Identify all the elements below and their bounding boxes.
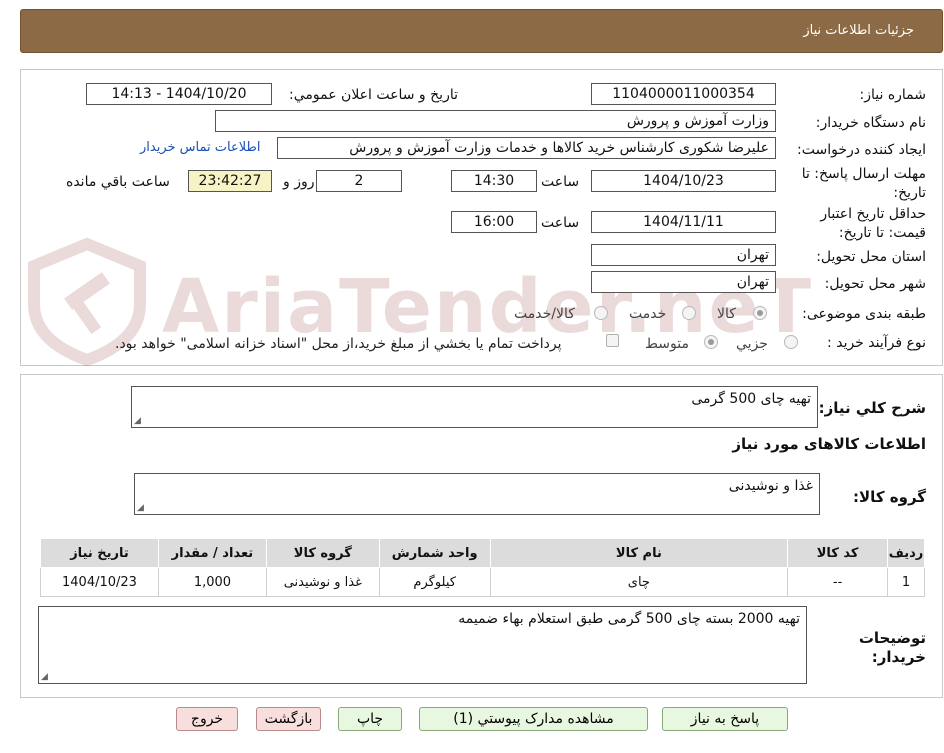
process-radio-minor[interactable] — [784, 335, 798, 349]
print-button[interactable]: چاپ — [338, 707, 402, 731]
col-header-row-number: رديف — [887, 538, 925, 568]
col-header-unit: واحد شمارش — [378, 538, 491, 568]
remaining-label: ساعت باقي مانده — [66, 174, 170, 190]
process-label: نوع فرآيند خريد : — [827, 335, 926, 351]
buyer-org-field[interactable]: وزارت آموزش و پرورش — [215, 110, 776, 132]
days-label: روز و — [283, 174, 315, 190]
buyer-contact-link[interactable]: اطلاعات تماس خريدار — [140, 140, 260, 155]
summary-textarea[interactable]: تهیه چای 500 گرمی ◢ — [131, 386, 818, 428]
deadline-label: مهلت ارسال پاسخ: تا تاريخ: — [801, 166, 926, 201]
validity-time-label: ساعت — [541, 215, 580, 231]
goods-group-textarea[interactable]: غذا و نوشیدنی ◢ — [134, 473, 820, 515]
resize-grip-icon[interactable]: ◢ — [41, 672, 48, 682]
exit-button[interactable]: خروج — [176, 707, 238, 731]
deadline-time-field[interactable]: 14:30 — [451, 170, 537, 192]
province-label: استان محل تحويل: — [816, 249, 926, 265]
validity-label: حداقل تاريخ اعتبار قيمت: تا تاريخ: — [820, 206, 926, 241]
category-radio-goods[interactable] — [753, 306, 767, 320]
cell-row-number: 1 — [887, 567, 925, 597]
cell-group: غذا و نوشیدنی — [265, 567, 380, 597]
payment-note: پرداخت تمام يا بخشي از مبلغ خريد،از محل … — [115, 336, 562, 352]
validity-date-field[interactable]: 1404/11/11 — [591, 211, 776, 233]
treasury-checkbox[interactable] — [606, 334, 619, 347]
resize-grip-icon[interactable]: ◢ — [137, 503, 144, 513]
buyer-notes-label: توضيحات خريدار: — [858, 629, 926, 666]
category-option-goods: کالا — [717, 306, 736, 322]
resize-grip-icon[interactable]: ◢ — [134, 416, 141, 426]
announce-label: تاریخ و ساعت اعلان عمومي: — [289, 87, 458, 103]
buyer-org-label: نام دستگاه خريدار: — [815, 115, 926, 131]
back-button[interactable]: بازگشت — [256, 707, 321, 731]
col-header-need-date: تاريخ نياز — [40, 538, 159, 568]
reply-button[interactable]: پاسخ به نياز — [662, 707, 788, 731]
summary-label: شرح كلي نياز: — [818, 399, 926, 417]
category-option-service: خدمت — [629, 306, 667, 322]
cell-quantity: 1,000 — [157, 567, 267, 597]
col-header-name: نام کالا — [489, 538, 789, 568]
province-field[interactable]: تهران — [591, 244, 776, 266]
deadline-date-field[interactable]: 1404/10/23 — [591, 170, 776, 192]
category-radio-both[interactable] — [594, 306, 608, 320]
goods-section-title: اطلاعات کالاهای مورد نياز — [732, 435, 926, 453]
announce-field[interactable]: 1404/10/20 - 14:13 — [86, 83, 272, 105]
table-row[interactable]: 1 -- چای کیلوگرم غذا و نوشیدنی 1,000 140… — [40, 567, 925, 597]
requester-field[interactable]: علیرضا شکوری کارشناس خرید کالاها و خدمات… — [277, 137, 776, 159]
validity-time-field[interactable]: 16:00 — [451, 211, 537, 233]
attachments-button[interactable]: مشاهده مدارک پيوستي (1) — [419, 707, 648, 731]
remaining-time-field: 23:42:27 — [188, 170, 272, 192]
col-header-quantity: تعداد / مقدار — [157, 538, 267, 568]
summary-text: تهیه چای 500 گرمی — [691, 391, 811, 407]
buyer-notes-textarea[interactable]: تهیه 2000 بسته چای 500 گرمی طبق استعلام … — [38, 606, 807, 684]
requester-label: ایجاد کننده درخواست: — [797, 142, 926, 158]
cell-code: -- — [787, 567, 889, 597]
col-header-code: کد کالا — [787, 538, 889, 568]
goods-group-label: گروه کالا: — [853, 488, 926, 506]
deadline-time-label: ساعت — [541, 174, 580, 190]
cell-unit: کیلوگرم — [378, 567, 491, 597]
page-header: جزئیات اطلاعات نیاز — [20, 9, 943, 53]
page-title: جزئیات اطلاعات نیاز — [803, 23, 914, 38]
process-option-minor: جزيي — [736, 336, 768, 352]
need-number-field[interactable]: 1104000011000354 — [591, 83, 776, 105]
cell-need-date: 1404/10/23 — [40, 567, 159, 597]
category-radio-service[interactable] — [682, 306, 696, 320]
city-label: شهر محل تحويل: — [824, 276, 926, 292]
col-header-group: گروه کالا — [265, 538, 380, 568]
cell-name: چای — [489, 567, 789, 597]
category-option-both: کالا/خدمت — [514, 306, 575, 322]
city-field[interactable]: تهران — [591, 271, 776, 293]
buyer-notes-text: تهیه 2000 بسته چای 500 گرمی طبق استعلام … — [458, 611, 800, 627]
goods-table: رديف کد کالا نام کالا واحد شمارش گروه کا… — [40, 538, 925, 597]
process-option-medium: متوسط — [645, 336, 689, 352]
need-number-label: شماره نیاز: — [859, 87, 927, 103]
days-field[interactable]: 2 — [316, 170, 402, 192]
category-label: طبقه بندی موضوعی: — [802, 306, 926, 322]
table-header-row: رديف کد کالا نام کالا واحد شمارش گروه کا… — [40, 538, 925, 568]
goods-group-text: غذا و نوشیدنی — [728, 478, 813, 494]
process-radio-medium[interactable] — [704, 335, 718, 349]
